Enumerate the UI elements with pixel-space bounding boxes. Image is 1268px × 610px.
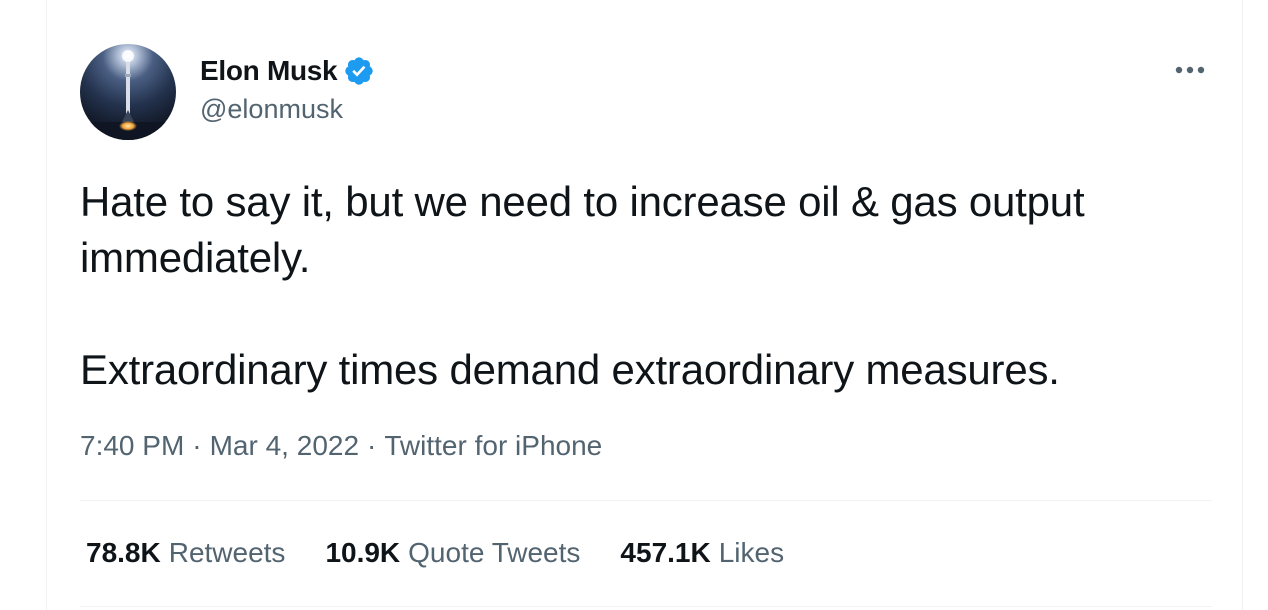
meta-separator: ·	[367, 430, 377, 461]
author-name-row: Elon Musk	[200, 54, 375, 88]
more-horizontal-icon	[1175, 66, 1205, 74]
quote-tweets-stat[interactable]: 10.9K Quote Tweets	[325, 537, 580, 569]
engagement-stats: 78.8K Retweets 10.9K Quote Tweets 457.1K Li…	[86, 537, 824, 569]
verified-badge-icon	[343, 55, 375, 87]
quote-tweets-count: 10.9K	[325, 537, 401, 568]
divider	[80, 606, 1212, 607]
retweets-label: Retweets	[168, 537, 286, 568]
more-options-button[interactable]	[1168, 52, 1212, 88]
quote-tweets-label: Quote Tweets	[408, 537, 581, 568]
page: Elon Musk @elonmusk Hate to say it, but …	[0, 0, 1268, 610]
tweet-paragraph: Extraordinary times demand extraordinary…	[80, 346, 1060, 393]
tweet-metadata: 7:40 PM · Mar 4, 2022 · Twitter for iPhone	[80, 430, 602, 462]
meta-separator: ·	[192, 430, 202, 461]
tweet-source-link[interactable]: Twitter for iPhone	[384, 430, 602, 461]
avatar[interactable]	[80, 44, 176, 140]
likes-stat[interactable]: 457.1K Likes	[620, 537, 784, 569]
tweet-paragraph: Hate to say it, but we need to increase …	[80, 178, 1085, 281]
retweets-count: 78.8K	[86, 537, 161, 568]
retweets-stat[interactable]: 78.8K Retweets	[86, 537, 285, 569]
tweet-time-link[interactable]: 7:40 PM	[80, 430, 184, 461]
likes-count: 457.1K	[620, 537, 711, 568]
likes-label: Likes	[718, 537, 785, 568]
author-display-name[interactable]: Elon Musk	[200, 55, 338, 87]
tweet-text: Hate to say it, but we need to increase …	[80, 174, 1220, 398]
author-handle[interactable]: @elonmusk	[200, 94, 343, 125]
tweet-date-link[interactable]: Mar 4, 2022	[210, 430, 359, 461]
rocket-launch-avatar-icon	[80, 44, 176, 140]
divider	[80, 500, 1212, 501]
